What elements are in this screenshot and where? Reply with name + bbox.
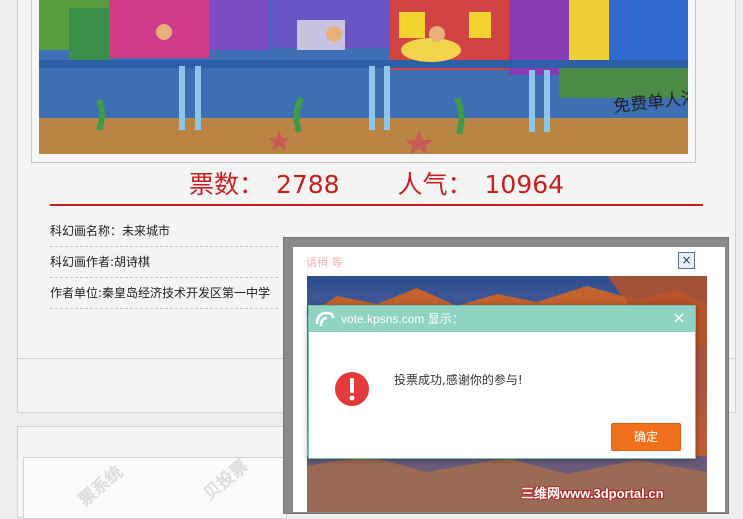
votes-count: 2788 (275, 170, 340, 199)
dialog-title-bar: vote.kpsns.com 显示： × (309, 306, 695, 332)
info-value: 胡诗棋 (114, 255, 151, 269)
browser-logo-icon (315, 311, 335, 327)
vote-stats: 票数： 2788 人气： 10964 (50, 168, 703, 206)
popup-close-button[interactable]: × (678, 252, 695, 269)
dialog-message: 投票成功,感谢你的参与! (394, 373, 523, 387)
ok-button[interactable]: 确定 (611, 423, 681, 451)
artwork-image: 免费单人浴缸 (39, 0, 688, 154)
info-row-title: 科幻画名称：未来城市 (50, 216, 278, 247)
watermark-text: 票系统 (75, 462, 128, 511)
info-value: 秦皇岛经济技术开发区第一中学 (102, 286, 271, 300)
popularity-count: 10964 (484, 170, 565, 199)
info-row-school: 作者单位:秦皇岛经济技术开发区第一中学 (50, 278, 278, 309)
dialog-title: vote.kpsns.com 显示： (341, 312, 464, 326)
watermark-text: 贝投票 (200, 457, 253, 505)
info-row-author: 科幻画作者:胡诗棋 (50, 247, 278, 278)
info-value: 未来城市 (122, 224, 171, 238)
dialog-close-button[interactable]: × (669, 308, 689, 328)
info-label: 科幻画作者: (50, 255, 115, 269)
info-label: 作者单位: (50, 286, 103, 300)
votes-label: 票数： (188, 170, 264, 199)
popularity-label: 人气： (397, 170, 473, 199)
lower-inner-box: 票系统 贝投票 (23, 457, 287, 519)
site-watermark: 三维网www.3dportal.cn (521, 486, 664, 501)
alert-dialog: vote.kpsns.com 显示： × 投票成功,感谢你的参与! 确定 (308, 305, 696, 459)
error-icon (335, 372, 369, 406)
info-label: 科幻画名称： (50, 224, 123, 238)
popup-faint-title: 请稍 等 (306, 256, 343, 269)
